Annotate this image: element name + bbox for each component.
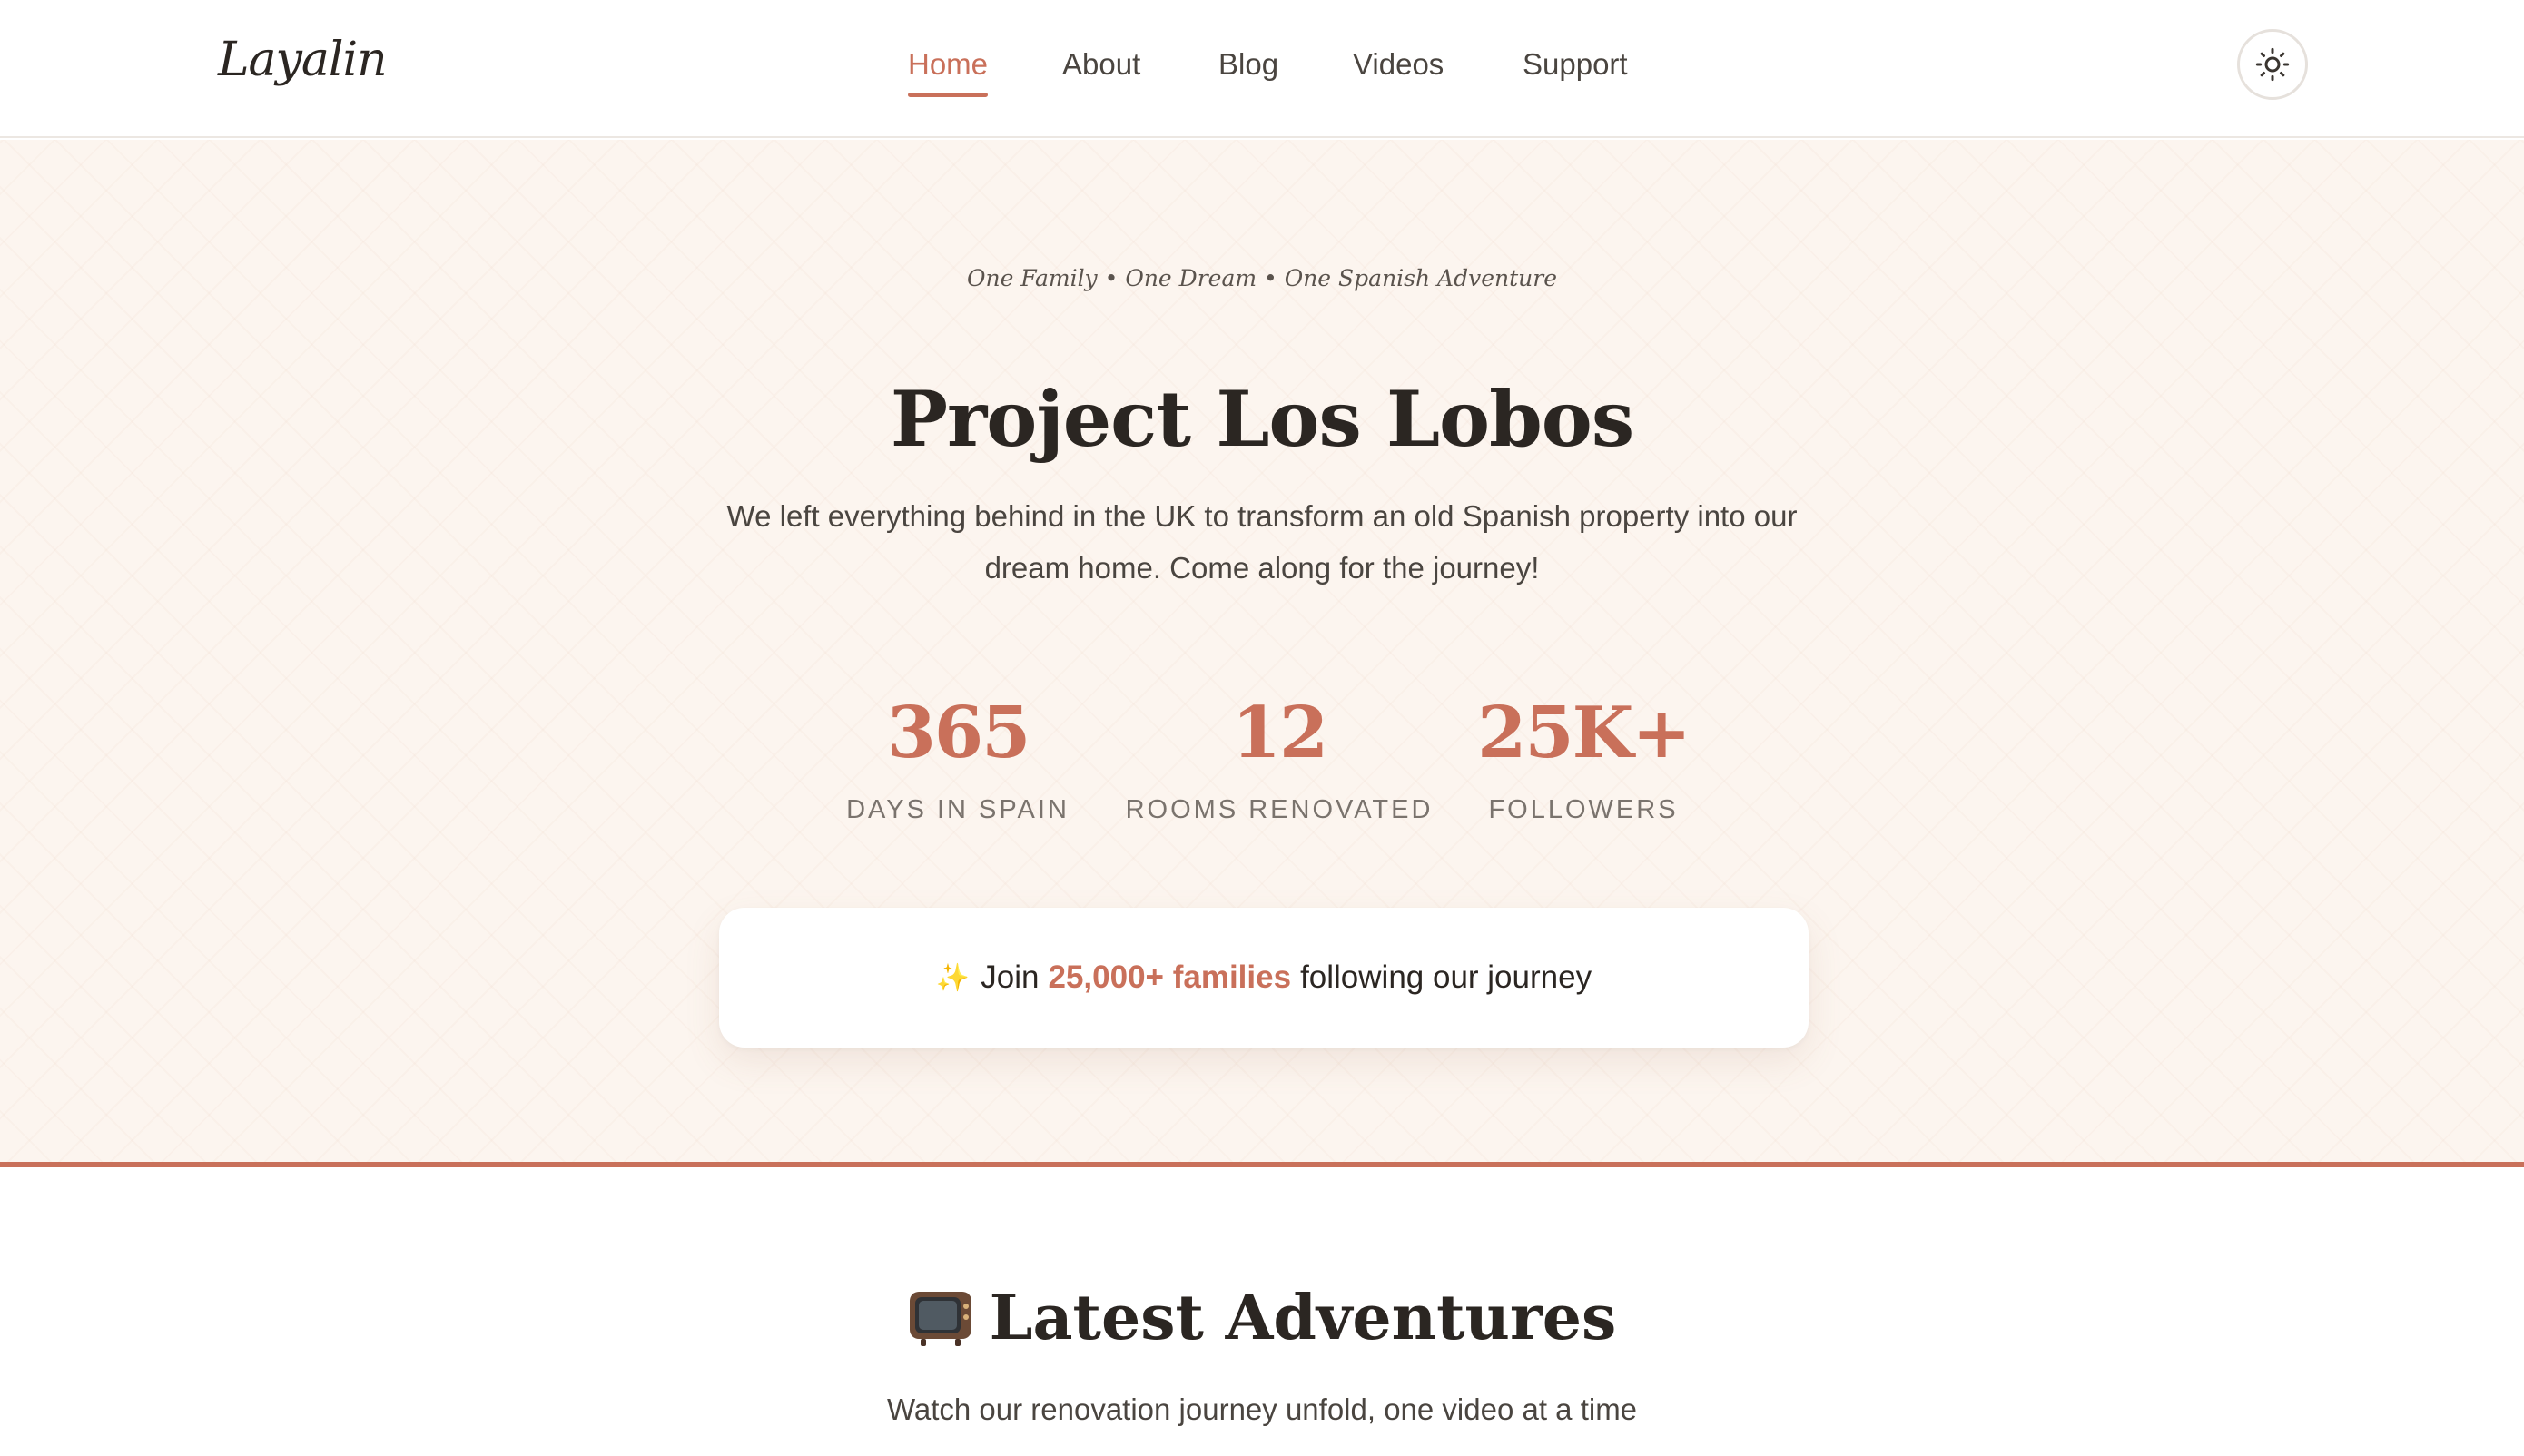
hero-tagline: One Family • One Dream • One Spanish Adv… [966, 265, 1558, 291]
stat-label: FOLLOWERS [1488, 795, 1679, 824]
page-title: Project Los Lobos [890, 374, 1634, 464]
site-header: Layalin Home About Blog Videos Support [0, 0, 2524, 138]
main-nav: Home About Blog Videos Support [0, 0, 2524, 138]
sun-icon [2255, 47, 2290, 82]
stat-label: DAYS IN SPAIN [846, 795, 1070, 824]
stat-followers: 25K+ FOLLOWERS [1465, 690, 1701, 825]
join-highlight: 25,000+ families [1048, 959, 1292, 995]
stat-value: 25K+ [1477, 692, 1691, 774]
stat-rooms: 12 ROOMS RENOVATED [1116, 690, 1443, 825]
join-community-card[interactable]: ✨ Join 25,000+ families following our jo… [719, 908, 1809, 1048]
sparkles-icon: ✨ [935, 962, 971, 993]
stat-days: 365 DAYS IN SPAIN [822, 690, 1094, 825]
nav-about[interactable]: About [1062, 47, 1140, 82]
section-title-text: Latest Adventures [989, 1282, 1617, 1354]
television-icon [908, 1288, 973, 1348]
join-suffix: following our journey [1300, 959, 1592, 995]
nav-home[interactable]: Home [908, 47, 989, 97]
nav-home-label: Home [908, 47, 989, 81]
nav-support[interactable]: Support [1523, 47, 1628, 82]
nav-blog[interactable]: Blog [1218, 47, 1278, 82]
stat-value: 12 [1231, 692, 1329, 774]
hero-subtitle: We left everything behind in the UK to t… [726, 499, 1798, 585]
join-prefix: Join [981, 959, 1040, 995]
hero-divider [0, 1162, 2524, 1167]
theme-toggle-button[interactable] [2237, 29, 2308, 100]
active-nav-underline [908, 93, 989, 97]
nav-videos[interactable]: Videos [1353, 47, 1444, 82]
stat-value: 365 [886, 692, 1031, 774]
stat-label: ROOMS RENOVATED [1125, 795, 1434, 824]
latest-adventures-subtitle: Watch our renovation journey unfold, one… [886, 1392, 1638, 1426]
latest-adventures-title: Latest Adventures [0, 1282, 2524, 1354]
